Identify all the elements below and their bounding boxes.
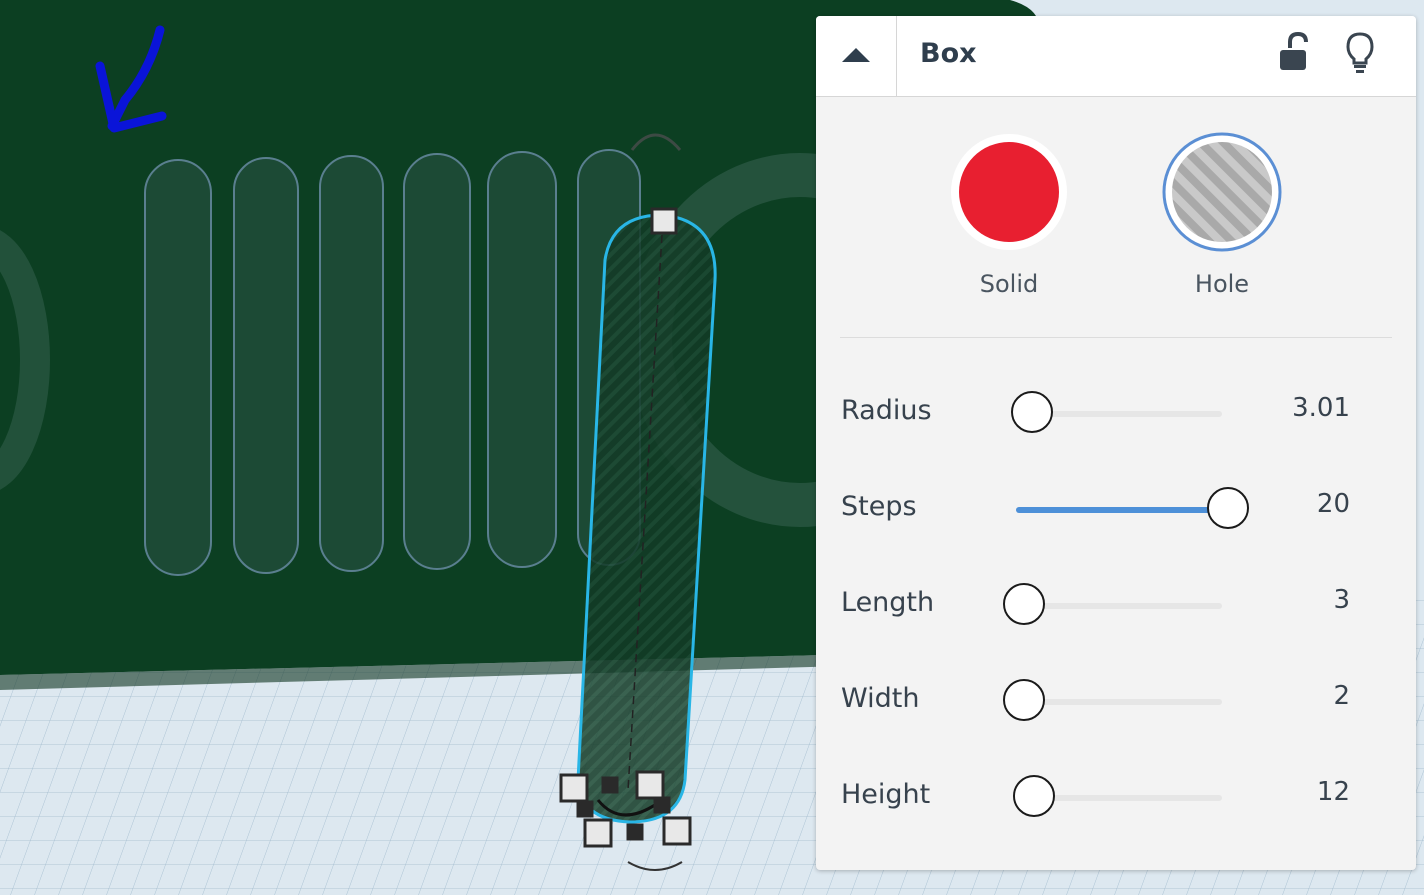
- slider-track: [1016, 699, 1222, 705]
- section-divider: [840, 337, 1392, 338]
- inspector-header: Box: [816, 16, 1416, 97]
- steps-value[interactable]: 20: [1230, 489, 1350, 519]
- solid-color-fill: [959, 142, 1059, 242]
- caret-up-icon: [842, 48, 870, 62]
- solid-label: Solid: [979, 270, 1039, 298]
- param-row-length: Length 3: [816, 575, 1416, 635]
- param-row-steps: Steps 20: [816, 479, 1416, 539]
- unlock-icon[interactable]: [1276, 30, 1312, 74]
- slider-thumb[interactable]: [1011, 391, 1054, 433]
- slider-fill: [1016, 507, 1220, 513]
- param-row-radius: Radius 3.01: [816, 383, 1416, 443]
- slider-thumb[interactable]: [1003, 583, 1045, 625]
- width-value[interactable]: 2: [1230, 681, 1350, 711]
- slider-thumb[interactable]: [1003, 679, 1045, 721]
- hole-striped-fill: [1172, 142, 1272, 242]
- slider-thumb[interactable]: [1013, 775, 1056, 817]
- lightbulb-icon[interactable]: [1342, 30, 1378, 74]
- hole-label: Hole: [1194, 270, 1250, 298]
- length-value[interactable]: 3: [1230, 585, 1350, 615]
- collapse-button[interactable]: [816, 16, 897, 96]
- radius-value[interactable]: 3.01: [1230, 393, 1350, 423]
- hole-swatch-button[interactable]: [1162, 132, 1282, 252]
- solid-swatch-button[interactable]: [949, 132, 1069, 252]
- param-row-height: Height 12: [816, 767, 1416, 827]
- slider-track: [1016, 603, 1222, 609]
- shape-title: Box: [920, 38, 977, 69]
- height-value[interactable]: 12: [1230, 777, 1350, 807]
- shape-inspector-panel: Box Solid Hole Radius 3.01 Steps 20 Leng…: [816, 16, 1416, 870]
- param-row-width: Width 2: [816, 671, 1416, 731]
